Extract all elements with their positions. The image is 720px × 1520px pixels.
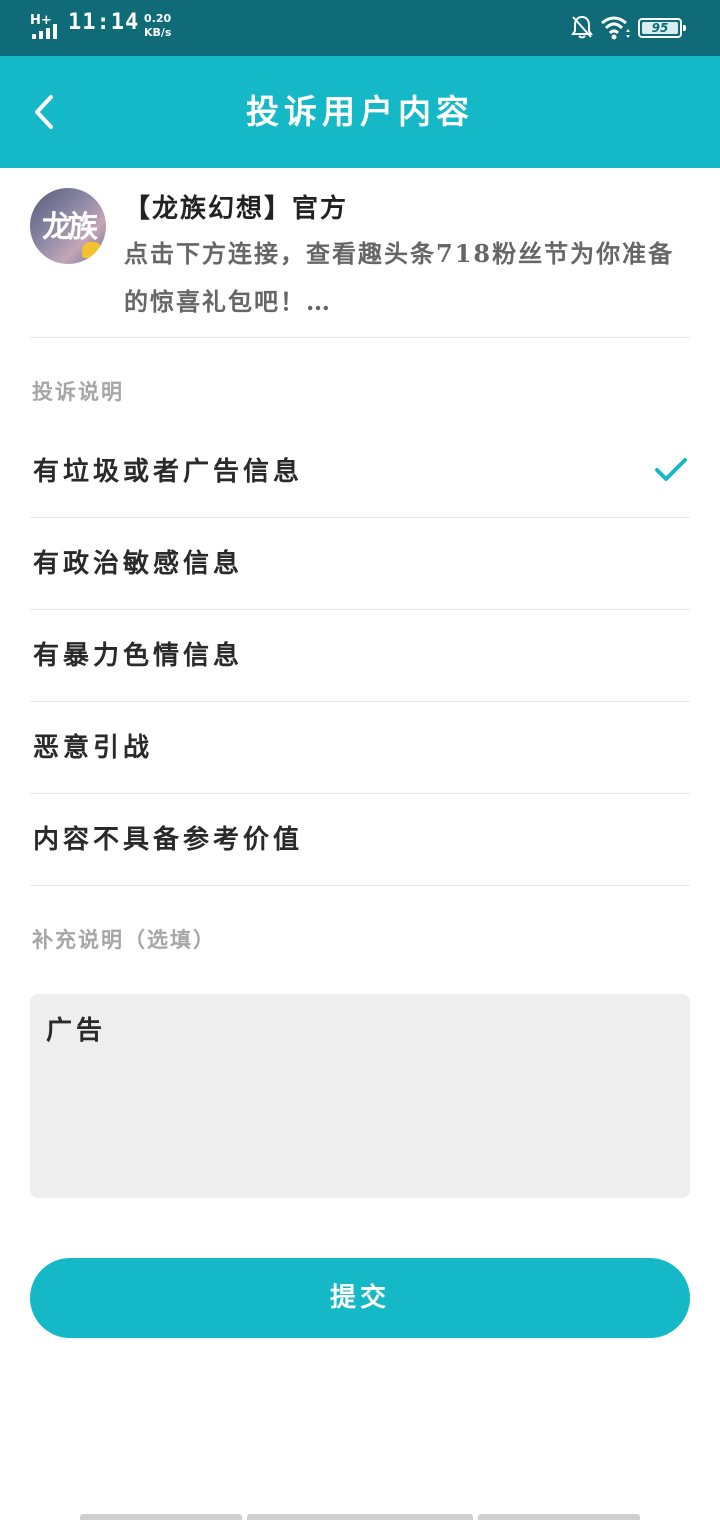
reason-list: 有垃圾或者广告信息 有政治敏感信息 有暴力色情信息 恶意引战 内容不具备参考价值 [30,426,690,886]
bell-off-icon [571,15,593,39]
avatar-badge [82,242,102,258]
check-icon [655,458,687,481]
battery-level: 95 [651,21,669,35]
post-author: 【龙族幻想】官方 [124,194,349,224]
reason-label: 有政治敏感信息 [33,549,244,579]
status-bar: H+ 11:14 0.20 KB/s 95 [0,0,720,56]
reason-option-provocation[interactable]: 恶意引战 [30,702,690,794]
network-speed: 0.20 KB/s [144,12,171,40]
status-time: 11:14 [68,10,140,35]
reason-option-no-value[interactable]: 内容不具备参考价值 [30,794,690,886]
reason-label: 恶意引战 [33,733,154,763]
nav-indicator [247,1514,473,1520]
signal-icon: H+ [30,13,57,39]
app-header: 投诉用户内容 [0,56,720,168]
nav-indicator [478,1514,640,1520]
chevron-left-icon [35,95,53,129]
supplement-input[interactable]: 广告 [30,994,690,1198]
reason-option-violence[interactable]: 有暴力色情信息 [30,610,690,702]
nav-indicator [80,1514,242,1520]
reason-option-political[interactable]: 有政治敏感信息 [30,518,690,610]
reported-post: 龙族 【龙族幻想】官方 点击下方连接，查看趣头条718粉丝节为你准备的惊喜礼包吧… [30,168,690,338]
network-speed-unit: KB/s [144,26,172,39]
reason-option-spam[interactable]: 有垃圾或者广告信息 [30,426,690,518]
avatar: 龙族 [30,188,106,264]
supplement-section-label: 补充说明（选填） [32,927,216,952]
wifi-icon [601,16,630,40]
battery-icon: 95 [638,18,686,38]
reason-label: 内容不具备参考价值 [33,825,304,855]
network-speed-value: 0.20 [144,12,172,25]
avatar-logo-text: 龙族 [42,210,98,245]
page-title: 投诉用户内容 [246,92,474,131]
back-button[interactable] [24,90,64,134]
reason-label: 有垃圾或者广告信息 [33,457,304,487]
complaint-section-label: 投诉说明 [32,379,124,404]
submit-button[interactable]: 提交 [30,1258,690,1338]
reason-label: 有暴力色情信息 [33,641,244,671]
network-type: H+ [30,13,52,28]
post-content: 点击下方连接，查看趣头条718粉丝节为你准备的惊喜礼包吧！… [124,239,675,316]
